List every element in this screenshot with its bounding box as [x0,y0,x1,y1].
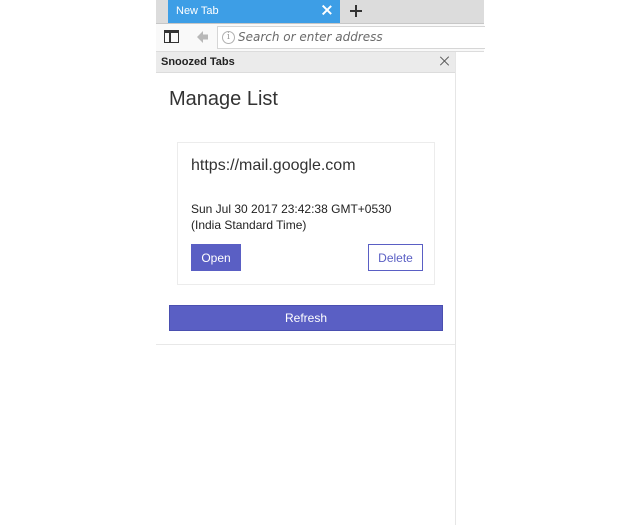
snoozed-tab-time: Sun Jul 30 2017 23:42:38 GMT+0530 (India… [191,202,392,232]
navigation-toolbar: i [156,24,485,52]
delete-button[interactable]: Delete [368,244,423,271]
back-arrow-icon[interactable] [194,29,210,45]
content-area-divider [455,52,456,525]
sidebar-header: Snoozed Tabs [156,52,455,73]
tab-strip: New Tab [156,0,484,24]
snoozed-tab-card: https://mail.google.com Sun Jul 30 2017 … [177,142,435,285]
close-sidebar-icon[interactable] [439,55,451,67]
address-bar[interactable]: i [217,26,485,49]
sidebar-panel: Snoozed Tabs Manage List https://mail.go… [156,52,456,345]
new-tab-plus-icon[interactable] [346,1,366,21]
close-tab-icon[interactable] [321,4,333,16]
page-title: Manage List [169,88,278,110]
tab-title: New Tab [176,5,219,17]
open-button[interactable]: Open [191,244,241,271]
tab-new-tab[interactable]: New Tab [168,0,340,23]
address-input[interactable] [238,28,468,46]
browser-window: New Tab i Snoozed Tabs Manage List https… [156,0,485,525]
info-icon[interactable]: i [222,31,235,44]
snoozed-tab-url: https://mail.google.com [191,157,356,174]
sidebar-toggle-icon[interactable] [164,30,179,43]
refresh-button[interactable]: Refresh [169,305,443,331]
sidebar-title: Snoozed Tabs [161,56,235,68]
